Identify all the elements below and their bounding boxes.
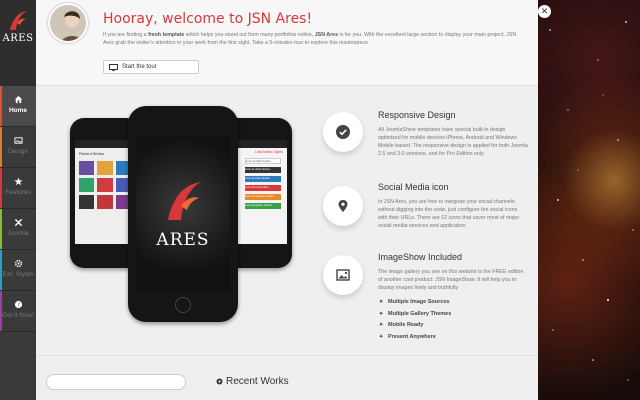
thumbnail bbox=[97, 178, 113, 192]
feature-circle-responsive bbox=[323, 112, 363, 152]
section-divider bbox=[36, 355, 538, 356]
list-item: Mobile Ready bbox=[379, 322, 451, 334]
sidebar-item-features[interactable]: Features bbox=[0, 168, 36, 209]
question-icon: ? bbox=[0, 300, 36, 310]
phone-center-screen: ARES bbox=[136, 136, 230, 292]
intro-part: If you are finding a bbox=[103, 32, 149, 38]
feature-title: Social Media icon bbox=[378, 182, 449, 192]
thumbnail-grid bbox=[75, 159, 135, 211]
sample-button: Link as green button bbox=[245, 203, 281, 209]
feature-text: The image gallery you see on this websit… bbox=[378, 269, 524, 291]
phone-left-header: Recent Works bbox=[79, 151, 105, 156]
picture-icon bbox=[336, 269, 350, 281]
feature-title: ImageShow Included bbox=[378, 252, 463, 262]
phone-center: ARES bbox=[128, 106, 238, 322]
feature-circle-imageshow bbox=[323, 255, 363, 295]
thumbnail bbox=[97, 195, 113, 209]
feature-title: Responsive Design bbox=[378, 110, 456, 120]
accent-bar bbox=[0, 127, 2, 167]
svg-text:?: ? bbox=[17, 303, 20, 309]
star-icon bbox=[0, 177, 36, 187]
list-item: Multiple Image Sources bbox=[379, 299, 451, 311]
sidebar-item-label: Joomla bbox=[7, 230, 29, 237]
thumbnail bbox=[79, 161, 95, 175]
joomla-icon bbox=[0, 218, 36, 228]
list-item: Multiple Gallery Themes bbox=[379, 311, 451, 323]
list-item: Present Anywhere bbox=[379, 334, 451, 346]
sidebar-item-home[interactable]: Home bbox=[0, 86, 36, 127]
accent-bar bbox=[0, 168, 2, 208]
main-content: Hooray, welcome to JSN Ares! If you are … bbox=[36, 0, 538, 400]
sidebar-item-label: Get it Now! bbox=[1, 312, 35, 319]
recent-works-heading: Recent Works bbox=[226, 376, 289, 387]
sidebar-item-ext-styles[interactable]: Ext. Styles bbox=[0, 250, 36, 291]
sidebar-item-label: Ext. Styles bbox=[2, 271, 34, 278]
feature-text: All JoomlaShine templates have special b… bbox=[378, 127, 528, 157]
phone-logo-text: ARES bbox=[156, 230, 210, 250]
avatar bbox=[48, 3, 88, 43]
starfield bbox=[549, 21, 634, 381]
welcome-banner: Hooray, welcome to JSN Ares! If you are … bbox=[36, 0, 538, 86]
image-icon bbox=[0, 136, 36, 146]
search-input[interactable] bbox=[46, 374, 186, 390]
sidebar-item-get-it-now[interactable]: ? Get it Now! bbox=[0, 291, 36, 332]
home-icon bbox=[0, 95, 36, 105]
page-title: Hooray, welcome to JSN Ares! bbox=[103, 11, 313, 27]
thumbnail bbox=[79, 195, 95, 209]
intro-text: If you are finding a fresh template whic… bbox=[103, 31, 527, 47]
thumbnail bbox=[79, 178, 95, 192]
intro-part: which helps you stand out from many port… bbox=[184, 32, 315, 38]
sidebar-item-label: Home bbox=[8, 107, 28, 114]
ares-logo[interactable]: ARES bbox=[0, 0, 36, 86]
map-pin-icon bbox=[338, 200, 348, 212]
sample-button: Link as dark button bbox=[245, 167, 281, 173]
tour-button-label: Start the tour bbox=[122, 64, 157, 70]
intro-bold: fresh template bbox=[148, 32, 185, 38]
sidebar: ARES Home Design Features Joomla Ext. St… bbox=[0, 0, 36, 400]
ares-logo-icon bbox=[168, 182, 201, 220]
accent-bar bbox=[0, 250, 2, 290]
feature-circle-social bbox=[323, 186, 363, 226]
accent-bar bbox=[0, 291, 2, 331]
status-bar bbox=[75, 140, 135, 148]
gear-icon bbox=[0, 259, 36, 269]
sample-button: Link as light button bbox=[245, 158, 281, 164]
sample-button: Link as blue button bbox=[245, 176, 281, 182]
feature-text: In JSN Ares, you are free to integrate y… bbox=[378, 199, 520, 229]
start-tour-button[interactable]: Start the tour bbox=[103, 60, 199, 74]
imageshow-feature-list: Multiple Image Sources Multiple Gallery … bbox=[379, 299, 451, 345]
home-button bbox=[175, 297, 191, 313]
thumbnail bbox=[97, 161, 113, 175]
sample-button: Link as orange button bbox=[245, 194, 281, 200]
intro-bold: JSN Ares bbox=[314, 32, 339, 38]
accent-bar bbox=[0, 86, 2, 126]
sidebar-item-design[interactable]: Design bbox=[0, 127, 36, 168]
sidebar-nav: Home Design Features Joomla Ext. Styles … bbox=[0, 86, 36, 332]
close-button[interactable]: ✕ bbox=[538, 5, 551, 18]
space-background bbox=[538, 0, 640, 400]
sample-button: Link as red button bbox=[245, 185, 281, 191]
logo-text: ARES bbox=[2, 33, 34, 44]
check-icon bbox=[336, 125, 350, 139]
ares-logo-icon bbox=[10, 11, 27, 30]
phone-left-screen: Recent Works bbox=[75, 140, 135, 244]
gear-icon bbox=[216, 378, 223, 385]
sidebar-item-joomla[interactable]: Joomla bbox=[0, 209, 36, 250]
sidebar-item-label: Features bbox=[5, 189, 31, 196]
sidebar-item-label: Design bbox=[7, 148, 29, 155]
monitor-icon bbox=[109, 64, 118, 71]
accent-bar bbox=[0, 209, 2, 249]
